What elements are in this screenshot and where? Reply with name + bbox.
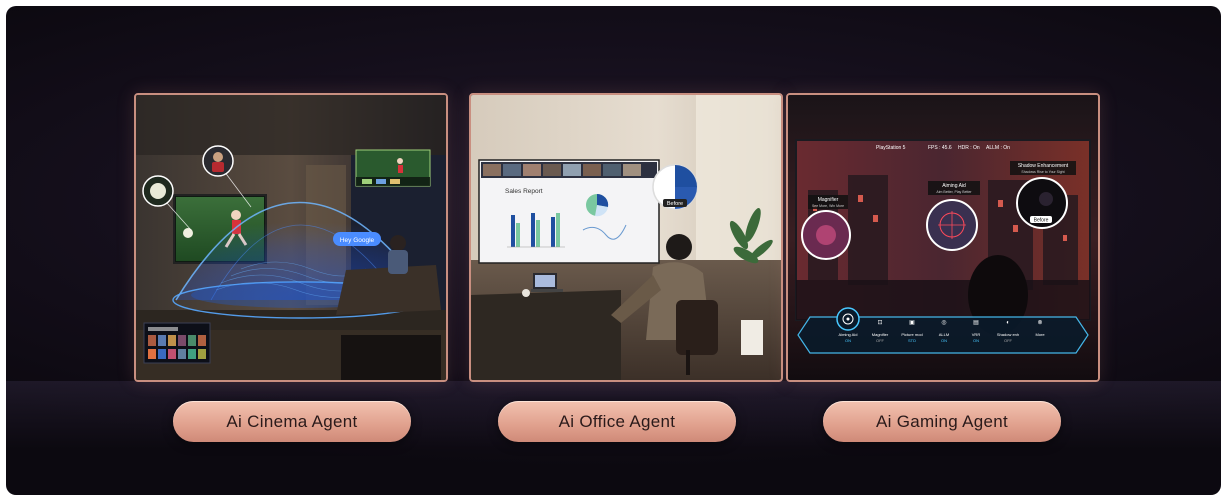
office-agent-button[interactable]: Ai Office Agent [498,401,736,442]
agent-showcase: Hey Google Sales Report Before PlayStati… [6,6,1221,495]
menu-magnifier-state: OFF [876,338,885,343]
allm-icon: ◎ [941,320,946,326]
menu-vrr-state: ON [973,338,979,343]
shadow-callout-title: Shadow Enhancement [1018,163,1069,169]
aiming-callout-sub: Aim Better, Play Better [936,190,972,194]
menu-magnifier-label: Magnifier [872,332,889,337]
menu-vrr-label: VRR [972,332,981,337]
menu-aiming-aid-label: Aiming Aid [839,332,858,337]
shadow-callout-sub: Shadows Rise to Your Sight [1021,170,1064,174]
office-agent-card[interactable]: Sales Report Before [469,93,783,382]
menu-shadow-state: OFF [1004,338,1013,343]
more-icon: ⊗ [1037,320,1042,326]
menu-allm-state: ON [941,338,947,343]
gaming-before-tag: Before [1034,218,1049,224]
magnifier-icon: ⊡ [877,320,882,326]
gaming-agent-card[interactable]: PlayStation 5 FPS : 45.6 HDR : On ALLM :… [786,93,1100,382]
report-title: Sales Report [505,188,543,195]
menu-more-label: More [1035,332,1045,337]
menu-picture-mode-state: STD [908,338,916,343]
office-scene-image: Sales Report Before [471,95,781,380]
aiming-callout-title: Aiming Aid [942,183,966,189]
cinema-agent-card[interactable]: Hey Google [134,93,448,382]
menu-aiming-aid-state: ON [845,338,851,343]
cinema-scene-image: Hey Google [136,95,446,380]
picture-icon: ▣ [909,320,915,326]
shadow-icon: ◐ [1006,320,1010,326]
before-tag: Before [667,201,683,207]
menu-shadow-label: Shadow enh [997,332,1019,337]
hud-fps: FPS : 45.6 [928,145,952,151]
menu-allm-label: ALLM [939,332,949,337]
hud-platform: PlayStation 5 [876,145,906,151]
vrr-icon: ▤ [973,320,979,326]
gaming-scene-image: PlayStation 5 FPS : 45.6 HDR : On ALLM :… [788,95,1098,380]
magnifier-callout-title: Magnifier [818,197,839,203]
hud-hdr: HDR : On [958,145,980,151]
voice-assistant-bubble: Hey Google [340,237,375,244]
menu-picture-mode-label: Picture mod [901,332,922,337]
gaming-agent-button[interactable]: Ai Gaming Agent [823,401,1061,442]
magnifier-callout-sub: See More, Win More [812,204,844,208]
cinema-agent-button[interactable]: Ai Cinema Agent [173,401,411,442]
hud-allm: ALLM : On [986,145,1010,151]
